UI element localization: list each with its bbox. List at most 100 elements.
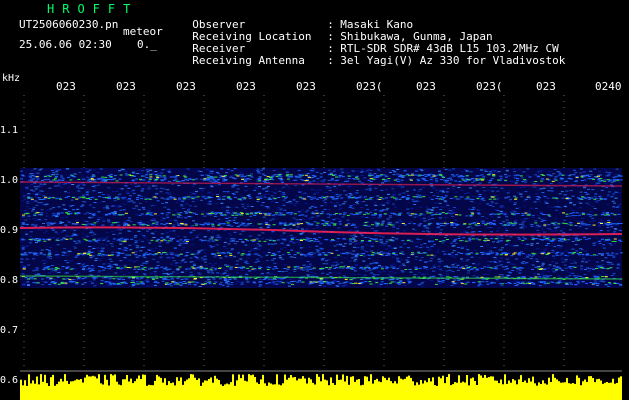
noise-speck (552, 251, 556, 253)
noise-speck (352, 237, 355, 239)
noise-speck (373, 173, 377, 175)
noise-speck (381, 236, 385, 238)
noise-speck (249, 215, 253, 217)
noise-speck (563, 205, 567, 207)
noise-speck (43, 183, 47, 185)
band-speck (581, 212, 585, 214)
noise-speck (244, 272, 248, 274)
noise-speck (137, 169, 141, 171)
noise-speck (205, 212, 209, 213)
band-speck (195, 213, 198, 215)
noise-speck (606, 242, 610, 244)
noise-speck (270, 190, 273, 192)
noise-speck (410, 240, 413, 242)
band-speck (613, 241, 617, 242)
noise-speck (191, 244, 194, 246)
band-speck (180, 222, 183, 224)
noise-speck (558, 193, 562, 195)
noise-speck (355, 213, 359, 215)
noise-speck (466, 226, 470, 228)
noise-speck (131, 171, 135, 173)
band-speck (417, 175, 421, 177)
band-speck (76, 212, 80, 213)
noise-speck (281, 195, 285, 197)
band-speck (575, 212, 579, 214)
noise-speck (182, 258, 185, 260)
noise-speck (181, 249, 185, 251)
noise-speck (302, 218, 305, 220)
noise-speck (231, 193, 235, 194)
noise-speck (456, 282, 460, 284)
noise-speck (81, 201, 85, 203)
noise-speck (32, 208, 35, 210)
noise-speck (500, 260, 504, 262)
noise-speck (567, 255, 571, 257)
noise-speck (312, 233, 316, 235)
noise-speck (321, 272, 325, 274)
noise-speck (446, 204, 450, 206)
noise-speck (456, 269, 460, 271)
noise-speck (203, 249, 207, 251)
noise-speck (330, 265, 334, 267)
noise-speck (456, 264, 460, 266)
noise-speck (89, 280, 92, 282)
noise-speck (259, 226, 263, 228)
noise-speck (421, 274, 424, 276)
band-speck (156, 176, 160, 178)
band-speck (316, 222, 320, 224)
noise-speck (352, 246, 356, 248)
noise-speck (619, 230, 623, 232)
noise-speck (611, 200, 615, 202)
noise-speck (131, 280, 135, 282)
noise-speck (365, 217, 369, 218)
noise-speck (456, 247, 460, 248)
band-speck (279, 222, 282, 224)
noise-speck (398, 266, 401, 268)
noise-speck (386, 239, 390, 241)
noise-speck (221, 273, 225, 275)
noise-speck (475, 264, 479, 266)
noise-speck (273, 273, 277, 275)
noise-speck (312, 275, 315, 277)
band-speck (100, 180, 104, 182)
noise-speck (241, 241, 245, 243)
band-speck (547, 174, 551, 176)
band-speck (578, 198, 582, 200)
noise-speck (478, 282, 482, 284)
band-speck (246, 213, 250, 215)
noise-speck (170, 263, 173, 265)
band-speck (139, 178, 142, 180)
band-speck (436, 224, 440, 225)
noise-speck (259, 269, 263, 271)
noise-speck (568, 175, 572, 177)
noise-speck (255, 188, 259, 189)
noise-speck (351, 207, 355, 209)
noise-speck (318, 284, 322, 286)
noise-speck (212, 230, 216, 232)
noise-speck (59, 222, 63, 223)
noise-speck (441, 280, 445, 281)
band-speck (256, 198, 260, 200)
band-speck (441, 212, 445, 214)
noise-speck (127, 219, 131, 221)
noise-speck (148, 242, 152, 244)
noise-speck (213, 269, 217, 271)
band-speck (90, 252, 94, 253)
noise-speck (420, 244, 424, 246)
noise-speck (344, 194, 348, 196)
noise-speck (217, 218, 221, 220)
band-speck (606, 224, 610, 225)
noise-speck (599, 219, 603, 221)
band-speck (410, 213, 414, 215)
noise-speck (256, 200, 260, 202)
noise-speck (223, 280, 227, 282)
noise-speck (370, 250, 374, 252)
noise-speck (300, 252, 303, 254)
noise-speck (282, 232, 286, 234)
band-speck (21, 174, 25, 176)
band-speck (333, 223, 337, 225)
band-speck (395, 178, 399, 180)
noise-speck (466, 272, 470, 274)
band-speck (307, 176, 311, 178)
noise-speck (137, 230, 141, 232)
